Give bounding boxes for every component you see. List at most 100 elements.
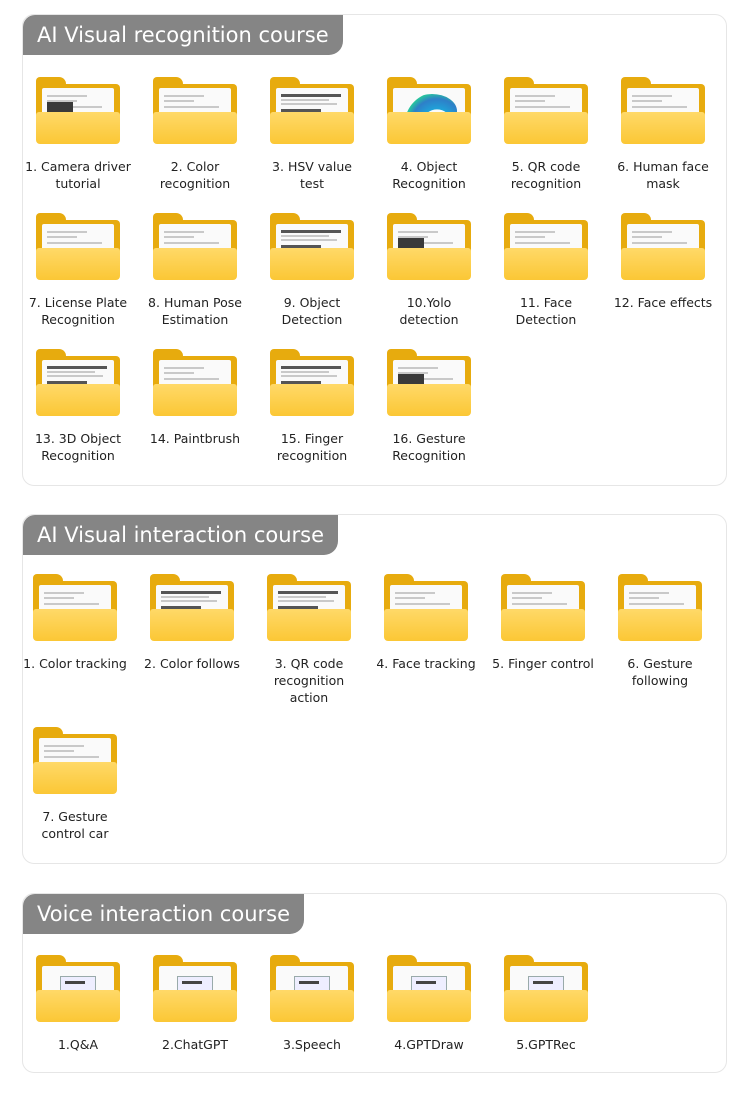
document-line	[47, 236, 77, 238]
folder-front	[387, 112, 471, 144]
document-line	[281, 235, 329, 237]
course-folder[interactable]: 1.Q&A	[25, 954, 131, 1084]
folder-icon	[504, 212, 588, 280]
document-line	[629, 592, 669, 594]
document-line	[629, 597, 659, 599]
document-line	[164, 367, 204, 369]
folder-label: 11. Face Detection	[515, 295, 577, 327]
folder-front	[621, 248, 705, 280]
course-folder[interactable]: 4. Face tracking	[373, 573, 479, 703]
document-line	[632, 236, 662, 238]
document-line	[164, 378, 219, 380]
document-line	[395, 592, 435, 594]
course-folder[interactable]: 15. Finger recognition	[259, 348, 365, 478]
course-folder[interactable]: 12. Face effects	[610, 212, 716, 342]
document-line	[515, 106, 570, 108]
course-folder[interactable]: 4. Object Recognition	[376, 76, 482, 206]
document-line	[164, 100, 194, 102]
course-folder[interactable]: 5.GPTRec	[493, 954, 599, 1084]
document-line	[515, 95, 555, 97]
folder-label: 5. QR code recognition	[510, 159, 582, 191]
document-line	[515, 231, 555, 233]
folder-icon	[270, 212, 354, 280]
folder-icon	[384, 573, 468, 641]
folder-front	[270, 248, 354, 280]
folder-label: 2. Color recognition	[159, 159, 231, 191]
document-line	[47, 375, 103, 377]
document-line	[278, 596, 326, 598]
course-folder[interactable]: 1. Camera driver tutorial	[25, 76, 131, 206]
folder-icon	[267, 573, 351, 641]
document-line	[632, 95, 672, 97]
folder-label: 7. Gesture control car	[41, 809, 109, 841]
course-folder[interactable]: 2.ChatGPT	[142, 954, 248, 1084]
folder-label: 4.GPTDraw	[394, 1037, 464, 1052]
folder-icon	[36, 76, 120, 144]
section-title: AI Visual interaction course	[23, 515, 339, 555]
folder-front	[36, 248, 120, 280]
course-folder[interactable]: 13. 3D Object Recognition	[25, 348, 131, 478]
document-line	[44, 756, 99, 758]
folder-label: 6. Human face mask	[617, 159, 709, 191]
folder-label: 4. Face tracking	[376, 656, 476, 671]
course-folder[interactable]: 5. Finger control	[490, 573, 596, 703]
document-line	[281, 366, 341, 369]
course-folder[interactable]: 7. License Plate Recognition	[25, 212, 131, 342]
document-line	[281, 239, 337, 241]
course-folder[interactable]: 3.Speech	[259, 954, 365, 1084]
course-folder[interactable]: 7. Gesture control car	[22, 726, 128, 856]
document-line	[164, 231, 204, 233]
document-line	[44, 592, 84, 594]
folder-front	[153, 990, 237, 1022]
folder-front	[270, 384, 354, 416]
document-line	[512, 597, 542, 599]
folder-icon	[36, 212, 120, 280]
folder-label: 6. Gesture following	[627, 656, 693, 688]
folder-icon	[504, 954, 588, 1022]
folder-label: 1.Q&A	[57, 1037, 99, 1052]
folder-label: 3. HSV value test	[272, 159, 352, 191]
folder-label: 15. Finger recognition	[276, 431, 348, 463]
folder-icon	[270, 954, 354, 1022]
document-line	[515, 236, 545, 238]
document-line	[164, 372, 194, 374]
folder-icon	[621, 76, 705, 144]
course-folder[interactable]: 9. Object Detection	[259, 212, 365, 342]
course-folder[interactable]: 1. Color tracking	[22, 573, 128, 703]
folder-front	[621, 112, 705, 144]
course-folder[interactable]: 10.Yolo detection	[376, 212, 482, 342]
course-folder[interactable]: 6. Human face mask	[610, 76, 716, 206]
folder-front	[270, 112, 354, 144]
folder-front	[387, 384, 471, 416]
document-line	[47, 366, 107, 369]
folder-icon	[153, 954, 237, 1022]
folder-front	[33, 609, 117, 641]
course-folder[interactable]: 2. Color follows	[139, 573, 245, 703]
folder-icon	[150, 573, 234, 641]
folder-icon	[618, 573, 702, 641]
folder-icon	[36, 954, 120, 1022]
course-folder[interactable]: 8. Human Pose Estimation	[142, 212, 248, 342]
course-folder[interactable]: 4.GPTDraw	[376, 954, 482, 1084]
course-folder[interactable]: 16. Gesture Recognition	[376, 348, 482, 478]
course-folder[interactable]: 11. Face Detection	[493, 212, 599, 342]
course-folder[interactable]: 3. HSV value test	[259, 76, 365, 206]
course-folder[interactable]: 3. QR code recognition action	[256, 573, 362, 705]
folder-icon	[501, 573, 585, 641]
document-line	[44, 603, 99, 605]
folder-front	[387, 990, 471, 1022]
folder-label: 2.ChatGPT	[162, 1037, 228, 1052]
course-folder[interactable]: 5. QR code recognition	[493, 76, 599, 206]
course-folder[interactable]: 6. Gesture following	[607, 573, 713, 703]
folder-front	[501, 609, 585, 641]
document-line	[632, 231, 672, 233]
folder-front	[153, 112, 237, 144]
course-folder[interactable]: 14. Paintbrush	[142, 348, 248, 478]
document-line	[281, 103, 337, 105]
document-line	[164, 106, 219, 108]
document-line	[278, 591, 338, 594]
folder-front	[153, 384, 237, 416]
document-line	[44, 745, 84, 747]
folder-front	[387, 248, 471, 280]
course-folder[interactable]: 2. Color recognition	[142, 76, 248, 206]
